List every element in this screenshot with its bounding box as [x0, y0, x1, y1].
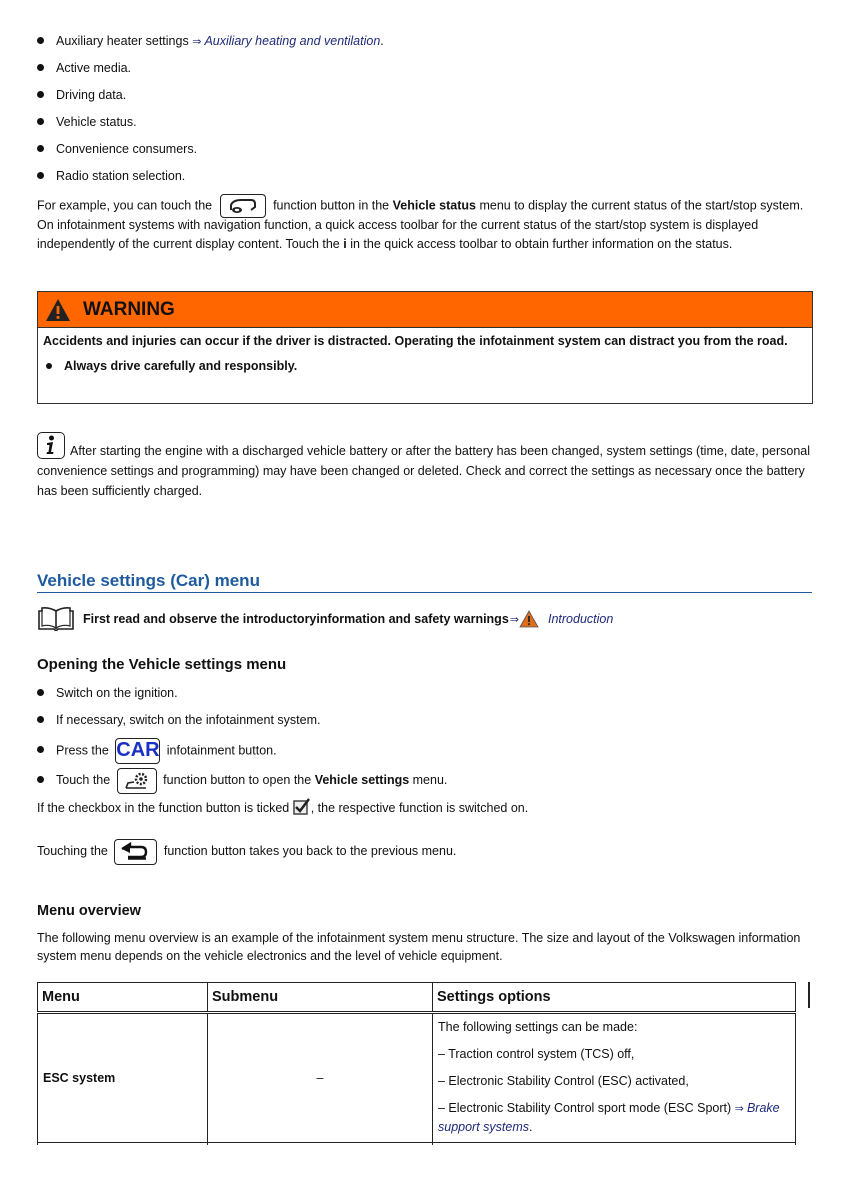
list-item: Convenience consumers. [37, 140, 197, 158]
menu-table: Menu Submenu Settings options ESC system… [37, 982, 796, 1145]
column-header-menu: Menu [37, 982, 208, 1014]
vehicle-status-button-icon [219, 194, 266, 218]
table-edge-line [808, 982, 810, 1008]
list-item: Touch the function button to open the Ve… [37, 767, 447, 794]
opening-heading: Opening the Vehicle settings menu [37, 656, 287, 673]
bullet-icon [37, 145, 44, 152]
arrow-icon: ⇒ [734, 1103, 747, 1115]
checkbox-note: If the checkbox in the function button i… [37, 798, 528, 818]
list-item: Driving data. [37, 86, 126, 104]
column-header-settings: Settings options [432, 982, 796, 1014]
table-header-row: Menu Submenu Settings options [37, 982, 796, 1014]
back-button-icon [114, 838, 158, 865]
bullet-icon [37, 172, 44, 179]
cell-submenu: – [207, 1012, 433, 1143]
warning-triangle-icon [519, 610, 539, 628]
list-item: If necessary, switch on the infotainment… [37, 711, 320, 729]
arrow-icon: ⇒ [509, 613, 519, 626]
example-paragraph: For example, you can touch the function … [37, 194, 812, 253]
warning-header: WARNING [38, 292, 812, 328]
info-icon [37, 432, 65, 459]
list-item: Press the CAR infotainment button. [37, 738, 277, 764]
warning-title: WARNING [83, 298, 175, 320]
table-row-partial [37, 1142, 796, 1145]
back-note: Touching the function button takes you b… [37, 838, 456, 865]
bullet-icon [37, 91, 44, 98]
warning-box: WARNING Accidents and injuries can occur… [37, 291, 813, 404]
car-button-icon: CAR [115, 738, 161, 764]
column-header-submenu: Submenu [207, 982, 433, 1014]
bullet-icon [37, 118, 44, 125]
warning-bullet: Always drive carefully and responsibly. [43, 357, 807, 375]
list-item: Switch on the ignition. [37, 684, 178, 702]
table-row: ESC system – The following settings can … [37, 1012, 796, 1143]
overview-heading: Menu overview [37, 903, 141, 919]
bullet-icon [37, 689, 44, 696]
list-item: Radio station selection. [37, 167, 185, 185]
link-auxiliary-heating[interactable]: Auxiliary heating and ventilation [204, 34, 380, 48]
warning-text: Accidents and injuries can occur if the … [43, 334, 788, 348]
book-icon [38, 607, 74, 631]
bullet-icon [37, 776, 44, 783]
vehicle-settings-button-icon [116, 767, 157, 794]
cell-menu: ESC system [37, 1012, 208, 1143]
bullet-icon [37, 746, 44, 754]
list-item: Auxiliary heater settings ⇒ Auxiliary he… [37, 32, 384, 50]
warning-triangle-icon [46, 298, 70, 321]
bullet-icon [37, 716, 44, 723]
overview-paragraph: The following menu overview is an exampl… [37, 931, 801, 963]
bullet-icon [37, 37, 44, 44]
bullet-icon [46, 363, 52, 369]
list-item: Vehicle status. [37, 113, 137, 131]
arrow-icon: ⇒ [192, 36, 205, 48]
note-paragraph: After starting the engine with a dischar… [37, 432, 812, 501]
checkbox-ticked-icon [292, 798, 310, 815]
intro-note: First read and observe the introductoryi… [37, 607, 613, 631]
bullet-icon [37, 64, 44, 71]
list-item: Active media. [37, 59, 131, 77]
link-introduction[interactable]: Introduction [548, 612, 613, 626]
cell-settings: The following settings can be made: – Tr… [432, 1012, 796, 1143]
section-title: Vehicle settings (Car) menu [37, 571, 812, 593]
